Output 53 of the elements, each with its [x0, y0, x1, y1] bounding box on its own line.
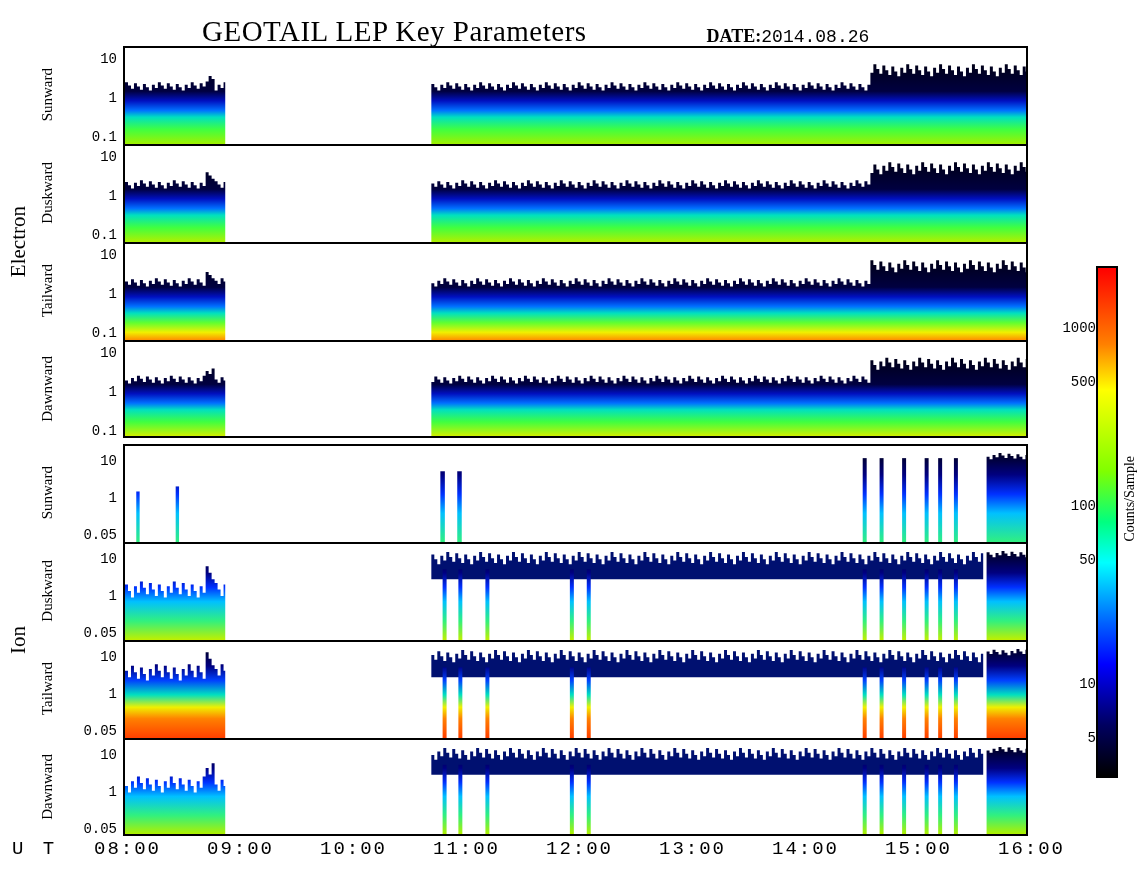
y-tick-label: 1	[108, 287, 117, 301]
scale-tick-label: 50	[1079, 552, 1096, 567]
y-tick-label: 1	[108, 589, 117, 603]
y-tick-label: 0.1	[91, 326, 117, 340]
direction-label: Dawnward	[38, 754, 56, 820]
scale-title: Counts/Sample	[1122, 456, 1138, 542]
direction-label: Duskward	[38, 162, 56, 224]
time-tick-label: 09:00	[206, 838, 275, 860]
y-tick-label: 1	[108, 785, 117, 799]
direction-label: Tailward	[38, 264, 56, 318]
y-tick-label: 1	[108, 189, 117, 203]
time-tick-label: 15:00	[884, 838, 953, 860]
direction-label: Sunward	[38, 466, 56, 520]
time-tick-label: 12:00	[545, 838, 614, 860]
y-tick-label: 10	[100, 346, 117, 360]
scale-tick-label: 1000	[1062, 321, 1096, 335]
direction-label: Sunward	[38, 68, 56, 122]
axis-label: U T	[11, 838, 60, 860]
scale-tick-label: 10	[1079, 677, 1096, 691]
time-tick-label: 14:00	[771, 838, 840, 860]
y-tick-label: 1	[108, 385, 117, 399]
species-label: Ion	[5, 626, 31, 654]
y-tick-label: 10	[100, 552, 117, 566]
y-tick-label: 1	[108, 687, 117, 701]
time-tick-label: 10:00	[319, 838, 388, 860]
y-tick-label: 10	[100, 52, 117, 66]
y-tick-label: 0.05	[83, 822, 117, 836]
time-tick-label: 08:00	[93, 838, 162, 860]
y-tick-label: 1	[108, 491, 117, 505]
y-tick-label: 0.1	[91, 130, 117, 144]
y-tick-label: 10	[100, 650, 117, 664]
time-tick-label: 16:00	[997, 838, 1066, 860]
scale-tick-label: 100	[1070, 499, 1096, 513]
y-tick-label: 10	[100, 150, 117, 164]
y-tick-label: 0.1	[91, 228, 117, 242]
y-tick-label: 10	[100, 454, 117, 468]
y-tick-label: 10	[100, 748, 117, 762]
chart-title: GEOTAIL LEP Key Parameters	[202, 17, 587, 46]
direction-label: Tailward	[38, 662, 56, 716]
time-tick-label: 11:00	[432, 838, 501, 860]
y-tick-label: 0.05	[83, 724, 117, 738]
y-tick-label: 0.1	[91, 424, 117, 438]
y-tick-label: 0.05	[83, 528, 117, 542]
scale-tick-label: 5	[1087, 730, 1096, 745]
date-label: DATE:2014.08.26	[706, 27, 870, 46]
y-tick-label: 0.05	[83, 626, 117, 640]
direction-label: Dawnward	[38, 356, 56, 422]
y-tick-label: 10	[100, 248, 117, 262]
time-tick-label: 13:00	[658, 838, 727, 860]
species-label: Electron	[5, 206, 31, 278]
direction-label: Duskward	[38, 560, 56, 622]
y-tick-label: 1	[108, 91, 117, 105]
scale-tick-label: 500	[1070, 374, 1096, 389]
